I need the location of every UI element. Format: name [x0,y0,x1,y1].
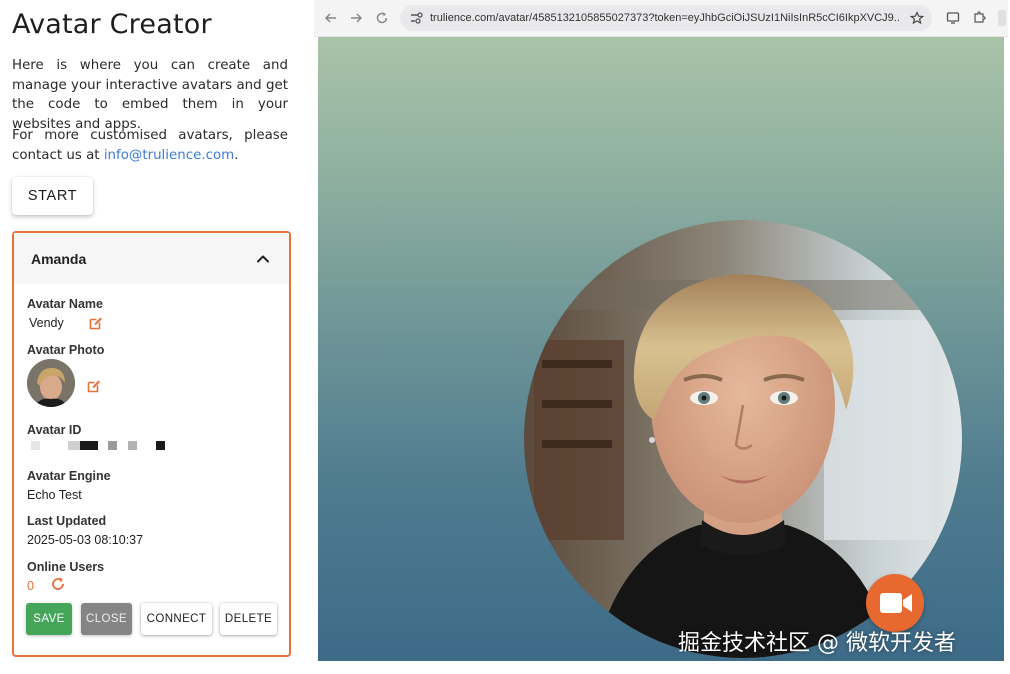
edit-name-icon[interactable] [88,315,104,331]
address-bar[interactable]: trulience.com/avatar/4585132105855027373… [400,5,932,31]
chevron-up-icon[interactable] [255,251,271,267]
start-button[interactable]: START [12,177,93,215]
avatar-creator-panel: Avatar Creator Here is where you can cre… [0,0,305,674]
watermark-text: 掘金技术社区 @ 微软开发者 [678,631,956,656]
site-settings-icon[interactable] [410,12,423,24]
edit-photo-icon[interactable] [86,378,102,394]
page-title: Avatar Creator [12,9,212,40]
contact-email-link[interactable]: info@trulience.com [104,148,234,163]
video-camera-icon [880,593,912,613]
close-button[interactable]: CLOSE [81,603,132,635]
url-text: trulience.com/avatar/4585132105855027373… [430,12,900,24]
toolbar-overflow [998,10,1006,26]
online-users-label: Online Users [27,560,105,574]
avatar-name-label: Avatar Name [27,297,103,311]
avatar-photo-label: Avatar Photo [27,343,105,357]
extensions-icon[interactable] [972,11,986,25]
avatar-id-label: Avatar ID [27,423,82,437]
reload-icon[interactable] [375,11,389,25]
card-title: Amanda [31,251,87,267]
star-icon[interactable] [910,11,924,25]
browser-toolbar: trulience.com/avatar/4585132105855027373… [314,0,1008,37]
forward-icon[interactable] [349,11,363,25]
contact-text: For more customised avatars, please cont… [12,126,288,165]
page-description: Here is where you can create and manage … [12,58,288,132]
last-updated-label: Last Updated [27,514,107,528]
last-updated-value: 2025-05-03 08:10:37 [27,533,144,547]
avatar-engine-value: Echo Test [27,488,82,502]
online-users-count: 0 [27,579,34,593]
avatar-name-value: Vendy [29,316,64,330]
avatar-engine-label: Avatar Engine [27,469,111,483]
avatar-photo [27,359,75,407]
video-camera-button[interactable] [866,574,924,632]
cast-icon[interactable] [946,11,960,25]
browser-window: trulience.com/avatar/4585132105855027373… [314,0,1008,662]
avatar-viewport [318,37,1004,661]
save-button[interactable]: SAVE [26,603,72,635]
back-icon[interactable] [324,11,338,25]
avatar-card: Amanda Avatar Name Vendy Avatar Photo Av… [12,231,291,657]
connect-button[interactable]: CONNECT [141,603,212,635]
contact-suffix: . [234,147,239,163]
card-header[interactable]: Amanda [14,233,289,284]
refresh-icon[interactable] [50,576,66,592]
delete-button[interactable]: DELETE [220,603,277,635]
